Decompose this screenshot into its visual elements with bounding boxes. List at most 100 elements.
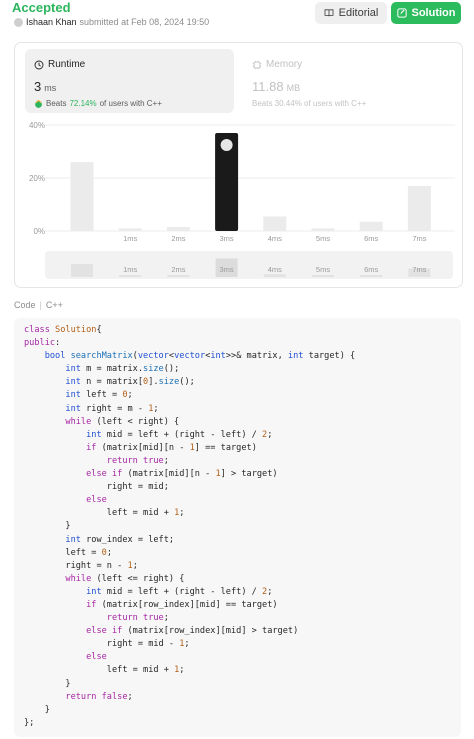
- submission-header: Accepted Ishaan Khan submitted at Feb 08…: [0, 0, 474, 34]
- x-tick-label: 7ms: [412, 234, 426, 243]
- code-line: }: [44, 704, 50, 715]
- code-line: return true;: [106, 613, 169, 624]
- navigator-bar: [119, 275, 142, 277]
- editorial-button[interactable]: Editorial: [315, 2, 387, 24]
- stats-card: Runtime 3 ms Beats 72.14% of users with C…: [14, 42, 463, 288]
- navigator-bar: [263, 274, 286, 277]
- code-label: Code: [14, 300, 36, 310]
- code-line: int row_index = left;: [65, 534, 175, 545]
- code-line: if (matrix[row_index][mid] == target): [86, 599, 278, 610]
- chart-bar: [407, 185, 431, 231]
- navigator-tick-label: 5ms: [316, 265, 330, 274]
- code-line: else if (matrix[row_index][mid] > target…: [86, 626, 299, 637]
- code-line: right = mid;: [106, 482, 169, 493]
- beats-percent: 72.14%: [69, 99, 97, 108]
- navigator-bar: [360, 275, 383, 277]
- code-line: else if (matrix[mid][n - 1] > target): [86, 469, 278, 480]
- code-line: }: [65, 678, 71, 689]
- navigator-bars: 1ms 2ms 3ms 4ms 5ms 6ms 7ms: [71, 258, 431, 277]
- memory-unit: MB: [286, 83, 301, 93]
- x-tick-label: 3ms: [220, 234, 234, 243]
- edit-icon: [396, 8, 407, 18]
- beats-badge-icon: [35, 99, 42, 108]
- navigator-bar: [167, 275, 190, 277]
- memory-value: 11.88: [252, 79, 284, 94]
- navigator-tick-label: 3ms: [220, 265, 234, 274]
- navigator-tick-label: 1ms: [123, 265, 137, 274]
- chart-bar: [70, 162, 94, 231]
- chart-bar: [311, 228, 335, 231]
- solution-button[interactable]: Solution: [391, 2, 461, 24]
- submitted-time: submitted at Feb 08, 2024 19:50: [79, 17, 210, 27]
- submission-status: Accepted: [12, 0, 71, 15]
- code-line: if (matrix[mid][n - 1] == target): [86, 442, 257, 453]
- code-line: return false;: [65, 691, 133, 702]
- memory-beats: Beats 30.44% of users with C++: [252, 99, 367, 108]
- memory-chip-icon: [252, 60, 262, 69]
- code-tab-header: Code | C++: [14, 300, 63, 310]
- y-tick-label: 40%: [29, 121, 45, 130]
- navigator-bar: [312, 275, 334, 277]
- x-tick-label: 4ms: [268, 234, 282, 243]
- x-tick-label: 6ms: [364, 234, 378, 243]
- chart-navigator[interactable]: 1ms 2ms 3ms 4ms 5ms 6ms 7ms: [45, 251, 453, 279]
- chart-bar: [118, 228, 142, 231]
- code-block[interactable]: class Solution{ public: bool searchMatri…: [14, 318, 461, 737]
- memory-panel[interactable]: Memory 11.88 MB Beats 30.44% of users wit…: [243, 49, 452, 113]
- chart-bar: [359, 221, 383, 231]
- code-line: int right = m - 1;: [65, 403, 159, 414]
- editorial-label: Editorial: [338, 7, 379, 19]
- code-content: class Solution{ public: bool searchMatri…: [24, 324, 355, 730]
- x-tick-label: 5ms: [316, 234, 330, 243]
- memory-label: Memory: [266, 59, 303, 70]
- x-tick-label: 2ms: [171, 234, 185, 243]
- user-name[interactable]: Ishaan Khan: [26, 17, 77, 27]
- solution-label: Solution: [411, 7, 456, 19]
- runtime-label: Runtime: [48, 59, 86, 70]
- user-avatar[interactable]: [14, 17, 23, 27]
- code-line: while (left < right) {: [65, 416, 180, 427]
- code-line: int m = matrix.size();: [65, 364, 180, 375]
- code-line: int mid = left + (right - left) / 2;: [86, 586, 273, 597]
- code-line: left = 0;: [65, 547, 112, 558]
- navigator-tick-label: 6ms: [364, 265, 378, 274]
- y-tick-label: 20%: [29, 174, 45, 183]
- runtime-value-row: 3 ms: [34, 79, 56, 94]
- chart-bar: [263, 216, 287, 231]
- book-icon: [324, 9, 334, 17]
- code-line: left = mid + 1;: [106, 665, 185, 676]
- code-line: while (left <= right) {: [65, 573, 185, 584]
- beats-suffix: of users with C++: [99, 99, 162, 108]
- runtime-panel[interactable]: Runtime 3 ms Beats 72.14% of users with C…: [25, 49, 234, 113]
- code-line: return true;: [106, 455, 169, 466]
- runtime-heading: Runtime: [34, 59, 85, 70]
- code-line: bool searchMatrix(vector<vector<int>>& m…: [44, 351, 356, 362]
- code-line: class Solution{: [24, 325, 102, 335]
- navigator-bar: [71, 264, 93, 277]
- navigator-tick-label: 4ms: [268, 265, 282, 274]
- code-language: C++: [45, 300, 63, 310]
- runtime-histogram: 40% 20% 0% 1ms 2ms 3ms 4ms 5ms 6ms 7ms: [29, 121, 455, 243]
- y-tick-label: 0%: [33, 227, 45, 236]
- tab-separator: |: [39, 300, 42, 310]
- code-line: left = mid + 1;: [106, 508, 185, 519]
- user-avatar-marker: [220, 138, 233, 151]
- code-line: };: [24, 717, 35, 728]
- code-line: right = n - 1;: [65, 560, 138, 571]
- submission-meta: Ishaan Khan submitted at Feb 08, 2024 19…: [14, 17, 209, 27]
- code-line: right = mid - 1;: [106, 639, 190, 650]
- memory-heading: Memory: [252, 59, 302, 70]
- chart-bar: [166, 227, 190, 231]
- beats-prefix: Beats: [46, 99, 67, 108]
- runtime-distribution-chart: 40% 20% 0% 1ms 2ms 3ms 4ms 5ms 6ms 7ms: [15, 117, 462, 250]
- runtime-unit: ms: [44, 83, 57, 93]
- memory-value-row: 11.88 MB: [252, 79, 300, 94]
- navigator-tick-label: 2ms: [171, 265, 185, 274]
- code-line: int mid = left + (right - left) / 2;: [86, 429, 273, 440]
- code-line: else: [86, 652, 107, 663]
- runtime-beats: Beats 72.14% of users with C++: [34, 99, 162, 108]
- x-tick-label: 1ms: [123, 234, 137, 243]
- code-line: int n = matrix[0].size();: [65, 377, 195, 388]
- code-line: }: [65, 521, 71, 532]
- navigator-tick-label: 7ms: [412, 265, 426, 274]
